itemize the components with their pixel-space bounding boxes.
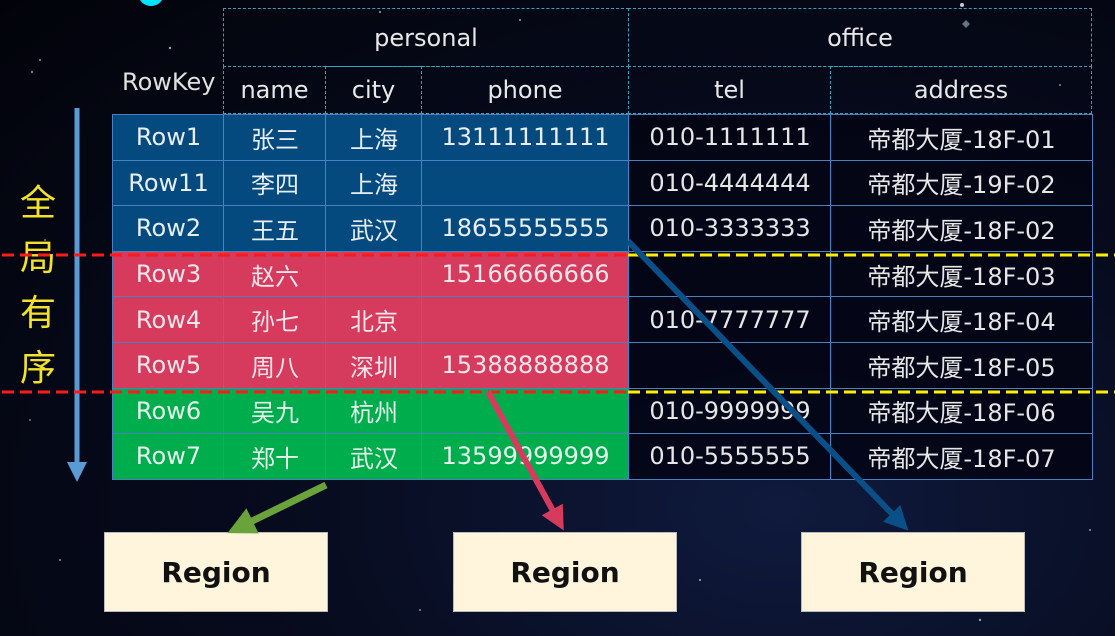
cell-address: 帝都大厦-18F-01 — [830, 114, 1093, 161]
region-box-3: Region — [801, 532, 1025, 612]
cell-address: 帝都大厦-18F-07 — [830, 433, 1093, 480]
cell-city: 武汉 — [325, 205, 423, 252]
cell-name: 郑十 — [223, 433, 327, 480]
column-header-name: name — [223, 66, 326, 114]
cell-name: 孙七 — [223, 296, 327, 343]
cell-rowkey: Row5 — [112, 342, 225, 389]
cell-rowkey: Row4 — [112, 296, 225, 343]
cell-name: 赵六 — [223, 250, 327, 298]
cell-phone: 13111111111 — [421, 114, 630, 161]
cell-tel — [628, 342, 832, 389]
cell-rowkey: Row2 — [112, 205, 225, 252]
cell-phone — [421, 159, 630, 207]
cell-city: 武汉 — [325, 433, 423, 480]
cell-name: 吴九 — [223, 387, 327, 435]
cell-address: 帝都大厦-18F-04 — [830, 296, 1093, 343]
cell-city: 上海 — [325, 114, 423, 161]
region-box-1: Region — [104, 532, 328, 612]
cell-rowkey: Row7 — [112, 433, 225, 480]
cell-phone — [421, 387, 630, 435]
cell-name: 周八 — [223, 342, 327, 389]
cell-name: 李四 — [223, 159, 327, 207]
cell-phone — [421, 296, 630, 343]
cell-address: 帝都大厦-18F-02 — [830, 205, 1093, 252]
cell-phone: 15388888888 — [421, 342, 630, 389]
cell-tel — [628, 250, 832, 298]
cell-city — [325, 250, 423, 298]
cell-address: 帝都大厦-18F-03 — [830, 250, 1093, 298]
cell-tel: 010-7777777 — [628, 296, 832, 343]
cell-city: 深圳 — [325, 342, 423, 389]
column-header-address: address — [830, 66, 1092, 114]
cell-tel: 010-3333333 — [628, 205, 832, 252]
family-header-personal: personal — [223, 8, 629, 67]
cell-rowkey: Row6 — [112, 387, 225, 435]
cell-city: 杭州 — [325, 387, 423, 435]
cell-tel: 010-4444444 — [628, 159, 832, 207]
cell-phone: 18655555555 — [421, 205, 630, 252]
column-header-tel: tel — [628, 66, 831, 114]
global-order-label: 全局有序 — [19, 183, 56, 389]
cell-name: 张三 — [223, 114, 327, 161]
family-header-office: office — [628, 8, 1092, 67]
cell-phone: 13599999999 — [421, 433, 630, 480]
cell-address: 帝都大厦-19F-02 — [830, 159, 1093, 207]
decorative-cyan-shape — [138, 0, 164, 6]
cell-rowkey: Row1 — [112, 114, 225, 161]
cell-tel: 010-1111111 — [628, 114, 832, 161]
column-header-phone: phone — [421, 66, 629, 114]
cell-name: 王五 — [223, 205, 327, 252]
cell-address: 帝都大厦-18F-05 — [830, 342, 1093, 389]
region-box-2: Region — [453, 532, 677, 612]
arrow-green-to-region — [227, 481, 328, 534]
cell-rowkey: Row3 — [112, 250, 225, 298]
rowkey-header: RowKey — [122, 68, 216, 96]
cell-tel: 010-5555555 — [628, 433, 832, 480]
cell-tel: 010-9999999 — [628, 387, 832, 435]
cell-city: 上海 — [325, 159, 423, 207]
cell-phone: 15166666666 — [421, 250, 630, 298]
cell-rowkey: Row11 — [112, 159, 225, 207]
cell-city: 北京 — [325, 296, 423, 343]
cell-address: 帝都大厦-18F-06 — [830, 387, 1093, 435]
column-header-city: city — [325, 66, 422, 114]
